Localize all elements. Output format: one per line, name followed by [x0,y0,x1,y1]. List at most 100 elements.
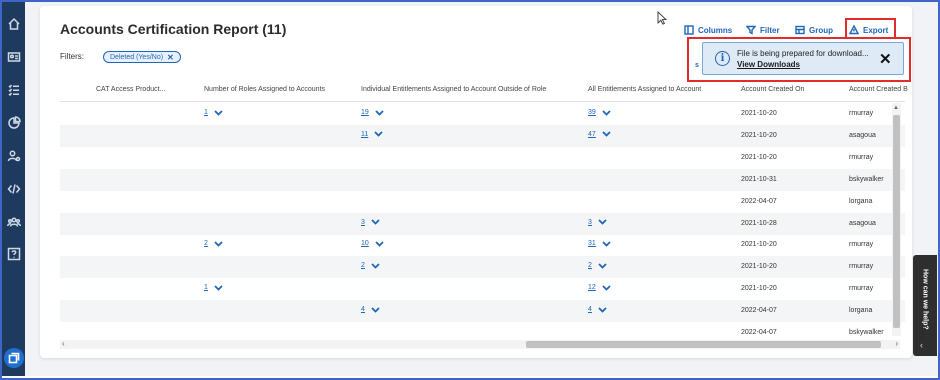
table-row[interactable]: 2021-10-20 rmurray [60,147,905,169]
cell-all-value[interactable]: 31 [588,240,596,247]
vertical-scroll-thumb[interactable] [893,115,900,328]
vertical-scrollbar[interactable]: ▲ [892,103,901,336]
checklist-icon[interactable] [4,82,23,98]
cell-individual-value[interactable]: 4 [361,306,365,313]
cell-created-on: 2022-04-07 [741,329,777,336]
table-row[interactable]: 1 19 39 2021-10-20 rmurray [60,103,905,125]
scroll-right-icon[interactable]: › [895,339,898,348]
cell-individual-value[interactable]: 3 [361,219,365,226]
cell-roles-link[interactable]: 1 [204,284,223,291]
cell-all-link[interactable]: 12 [588,284,611,291]
cell-individual-link[interactable]: 3 [361,219,380,226]
cell-individual-link[interactable]: 19 [361,109,384,116]
cell-all-value[interactable]: 12 [588,284,596,291]
close-icon[interactable]: ✕ [879,50,892,68]
windows-icon[interactable] [4,348,24,368]
cell-all-link[interactable]: 39 [588,109,611,116]
table-row[interactable]: 2 2 2021-10-20 rmurray [60,256,905,279]
pie-chart-icon[interactable] [4,115,23,131]
columns-button[interactable]: Columns [684,23,732,37]
table-row[interactable]: 2022-04-07 lorgana [60,191,905,213]
cell-all-link[interactable]: 4 [588,306,607,313]
cell-all-link[interactable]: 3 [588,219,607,226]
chevron-down-icon[interactable] [602,131,611,138]
help-tab[interactable]: How can we help? ‹ [913,255,937,356]
chevron-down-icon[interactable] [371,306,380,313]
header-account-created-by[interactable]: Account Created B [849,86,908,93]
cell-roles-value[interactable]: 2 [204,240,208,247]
header-account-created-on[interactable]: Account Created On [741,86,804,93]
chevron-down-icon[interactable] [374,131,383,138]
help-box-icon[interactable] [4,246,23,262]
horizontal-scroll-thumb[interactable] [526,341,881,348]
cell-all-link[interactable]: 47 [588,131,611,138]
chevron-down-icon[interactable] [371,219,380,225]
toast-message: File is being prepared for download... [737,49,869,58]
chevron-down-icon[interactable] [214,109,223,116]
cell-individual-value[interactable]: 11 [361,131,368,138]
chevron-down-icon[interactable] [602,109,611,116]
view-downloads-link[interactable]: View Downloads [737,60,800,69]
chevron-down-icon[interactable] [375,109,384,116]
cell-created-on: 2021-10-20 [741,131,777,139]
cell-individual-link[interactable]: 2 [361,262,380,269]
table-row[interactable]: 4 4 2022-04-07 lorgana [60,300,905,323]
chevron-down-icon[interactable] [375,241,384,247]
filter-button[interactable]: Filter [746,23,780,37]
cell-created-on: 2021-10-31 [741,175,777,183]
cell-all-value[interactable]: 4 [588,306,592,313]
cell-individual-value[interactable]: 19 [361,109,369,116]
cell-created-on: 2021-10-28 [741,219,777,227]
cell-individual-value[interactable]: 10 [361,240,369,247]
home-icon[interactable] [4,16,23,32]
horizontal-scrollbar[interactable]: ‹ › [60,339,900,349]
cell-all-value[interactable]: 47 [588,131,596,138]
chevron-down-icon[interactable] [602,241,611,247]
chevron-left-icon[interactable]: ‹ [920,340,923,350]
cell-created-on: 2021-10-20 [741,285,777,293]
header-individual-entitlements[interactable]: Individual Entitlements Assigned to Acco… [361,86,546,93]
cell-individual-link[interactable]: 10 [361,240,384,247]
chevron-down-icon[interactable] [371,263,380,269]
cell-roles-link[interactable]: 1 [204,109,223,116]
columns-icon [684,25,694,35]
chevron-down-icon[interactable] [598,306,607,313]
chevron-down-icon[interactable] [214,241,223,247]
cell-individual-value[interactable]: 2 [361,262,365,269]
cell-individual-link[interactable]: 11 [361,131,383,138]
chevron-down-icon[interactable] [598,263,607,269]
scroll-left-icon[interactable]: ‹ [62,339,65,348]
id-card-icon[interactable] [4,49,23,65]
header-cat-access-product[interactable]: CAT Access Product... [96,86,165,93]
group-icon[interactable] [4,214,23,230]
header-roles-assigned[interactable]: Number of Roles Assigned to Accounts [204,86,325,93]
cell-created-on: 2021-10-20 [741,241,777,249]
cell-all-link[interactable]: 2 [588,262,607,269]
cell-all-value[interactable]: 3 [588,219,592,226]
cell-all-value[interactable]: 39 [588,109,596,116]
header-all-entitlements[interactable]: All Entitlements Assigned to Account [588,86,701,93]
user-settings-icon[interactable] [4,148,23,164]
chevron-down-icon[interactable] [214,285,223,291]
cell-roles-link[interactable]: 2 [204,240,223,247]
cell-all-link[interactable]: 31 [588,240,611,247]
table-row[interactable]: 2 10 31 2021-10-20 rmurray [60,234,905,256]
filter-chip-deleted[interactable]: Deleted (Yes/No) ✕ [103,51,181,63]
close-icon[interactable]: ✕ [167,53,174,62]
filters-label: Filters: [60,52,84,61]
group-button[interactable]: Group [795,23,833,37]
table-row[interactable]: 2021-10-31 bskywalker [60,168,905,191]
cell-roles-value[interactable]: 1 [204,109,208,116]
scroll-up-icon[interactable]: ▲ [893,105,899,111]
table-row[interactable]: 11 47 2021-10-20 asagoua [60,124,905,147]
code-icon[interactable] [4,181,23,197]
filter-label: Filter [760,25,780,35]
chevron-down-icon[interactable] [602,285,611,291]
chevron-down-icon[interactable] [598,219,607,225]
table-row[interactable]: 1 12 2021-10-20 rmurray [60,278,905,300]
cell-roles-value[interactable]: 1 [204,284,208,291]
cell-individual-link[interactable]: 4 [361,306,380,313]
cell-created-on: 2022-04-07 [741,197,777,205]
table-row[interactable]: 3 3 2021-10-28 asagoua [60,212,905,235]
cell-all-value[interactable]: 2 [588,262,592,269]
